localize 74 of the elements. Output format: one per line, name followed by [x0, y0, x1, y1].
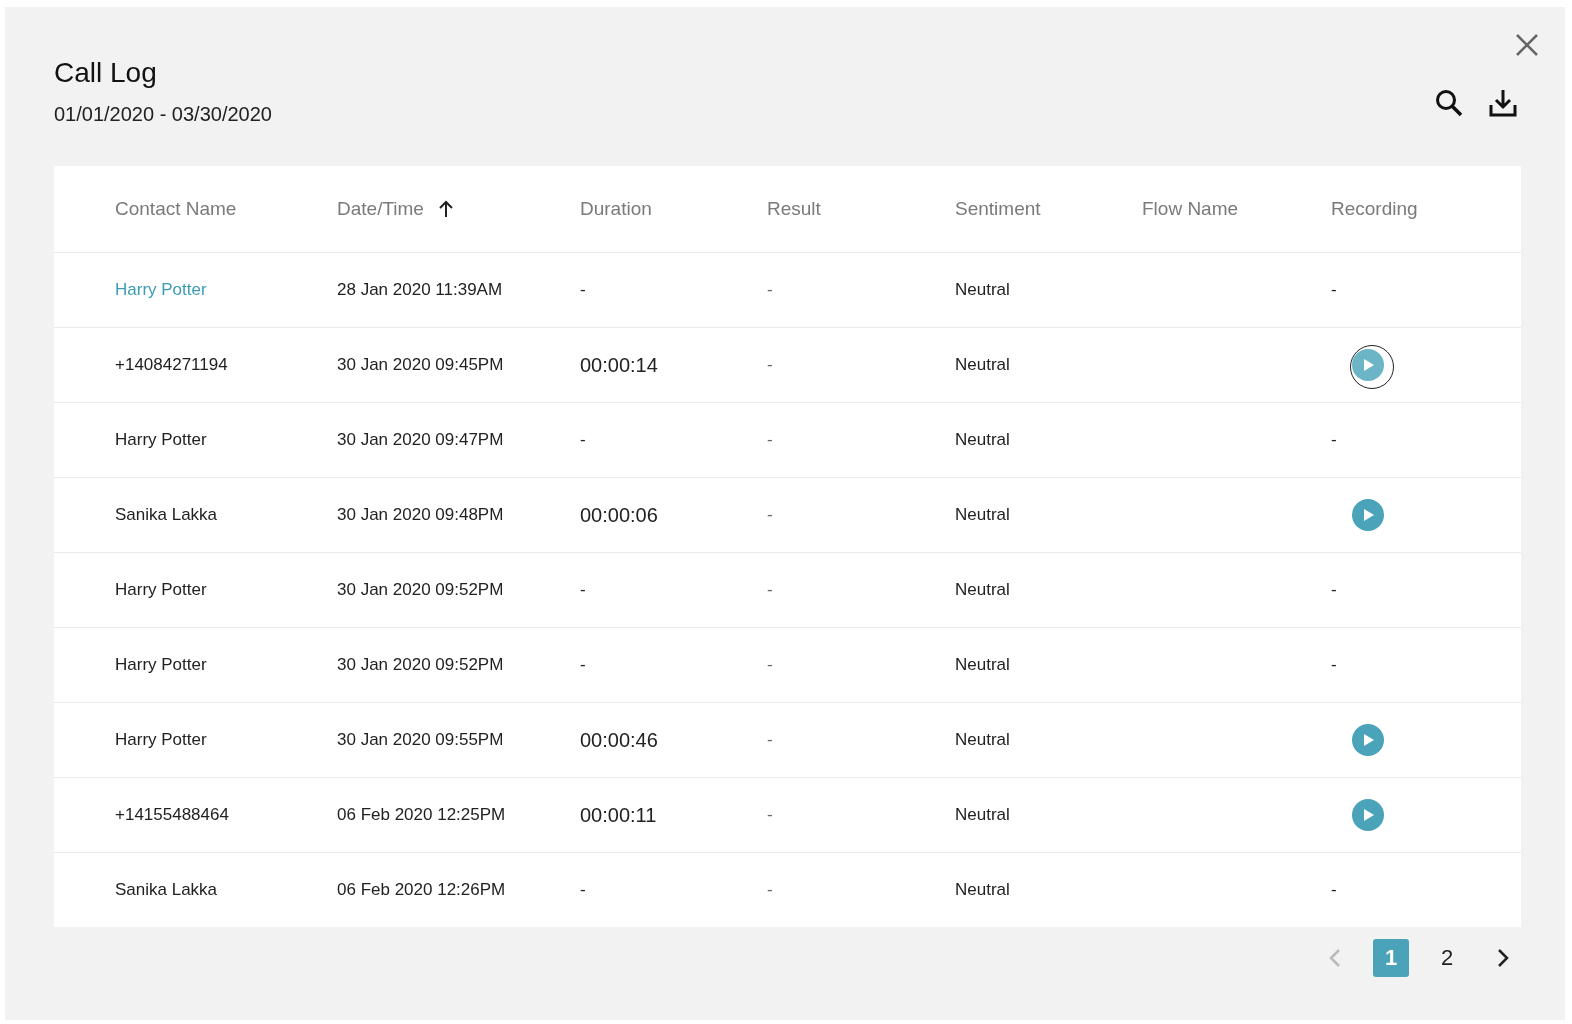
table-cell-text: Sanika Lakka — [115, 880, 219, 900]
table-cell-text: Neutral — [955, 355, 1011, 375]
play-icon — [1361, 508, 1375, 522]
table-cell-text: - — [580, 580, 587, 600]
table-cell-text: 30 Jan 2020 09:55PM — [337, 730, 505, 750]
play-button[interactable] — [1352, 724, 1384, 756]
table-cell-text: 30 Jan 2020 09:48PM — [337, 505, 505, 525]
table-cell-text: Neutral — [955, 730, 1011, 750]
play-icon — [1361, 358, 1375, 372]
table-cell-text: Neutral — [955, 505, 1011, 525]
table-cell-text: +14155488464 — [115, 805, 230, 825]
table-cell-text: - — [580, 430, 587, 450]
table-cell-text: 30 Jan 2020 09:45PM — [337, 355, 505, 375]
table-cell-text: +14084271194 — [115, 355, 229, 375]
page-button[interactable]: 1 — [1373, 939, 1409, 977]
table-cell-text: 28 Jan 2020 11:39AM — [337, 280, 504, 300]
table-cell-text: - — [767, 805, 774, 825]
table-cell-text: Neutral — [955, 280, 1011, 300]
table-cell-text: - — [767, 655, 774, 675]
table-cell-text: - — [580, 655, 587, 675]
column-header[interactable]: Result — [767, 198, 955, 220]
table-cell-text: Harry Potter — [115, 655, 208, 675]
page-button[interactable]: 2 — [1429, 939, 1465, 977]
table-cell-text: 00:00:46 — [580, 728, 659, 752]
column-header[interactable]: Contact Name — [115, 198, 337, 220]
chevron-right-icon — [1496, 947, 1510, 969]
play-icon — [1361, 808, 1375, 822]
table-cell-text: - — [580, 880, 587, 900]
table-cell-text: Neutral — [955, 805, 1011, 825]
table-cell-text: - — [767, 505, 774, 525]
table-cell-text: 00:00:11 — [580, 803, 658, 827]
play-button[interactable] — [1352, 499, 1384, 531]
table-cell-text: - — [1331, 430, 1338, 450]
table-cell-text: - — [767, 580, 774, 600]
table-cell-text: - — [1331, 880, 1338, 900]
table-cell-text: - — [1331, 280, 1338, 300]
table-cell-text: Harry Potter — [115, 730, 208, 750]
table-cell-text: Harry Potter — [115, 430, 208, 450]
contact-link[interactable]: Harry Potter — [115, 280, 337, 300]
table-cell-text: - — [1331, 580, 1338, 600]
download-icon[interactable] — [1487, 87, 1519, 119]
table-cell-text: Neutral — [955, 655, 1011, 675]
table-cell-text: - — [767, 880, 774, 900]
sort-arrow-icon — [437, 200, 454, 218]
table-cell-text: Neutral — [955, 580, 1011, 600]
table-cell-text: Harry Potter — [115, 580, 208, 600]
table-cell-text: Sanika Lakka — [115, 505, 219, 525]
column-header[interactable]: Duration — [580, 198, 767, 220]
table-cell-text: - — [767, 430, 774, 450]
table-cell-text: Neutral — [955, 880, 1011, 900]
table-cell-text: Neutral — [955, 430, 1011, 450]
table-cell-text: 00:00:06 — [580, 503, 659, 527]
table-cell-text: - — [767, 355, 774, 375]
column-header[interactable]: Flow Name — [1142, 198, 1331, 220]
table-cell-text: - — [767, 280, 774, 300]
table-cell-text: 06 Feb 2020 12:25PM — [337, 805, 507, 825]
date-range: 01/01/2020 - 03/30/2020 — [54, 103, 272, 126]
column-header[interactable]: Date/Time — [337, 198, 580, 220]
table-cell-text: 30 Jan 2020 09:52PM — [337, 655, 505, 675]
chevron-left-icon — [1328, 947, 1342, 969]
table-cell-text: 30 Jan 2020 09:47PM — [337, 430, 505, 450]
table-cell-text: 30 Jan 2020 09:52PM — [337, 580, 505, 600]
search-icon[interactable] — [1433, 87, 1465, 119]
table-cell-text: - — [767, 730, 774, 750]
table-cell-text: 00:00:14 — [580, 353, 659, 377]
play-button[interactable] — [1352, 799, 1384, 831]
play-icon — [1361, 733, 1375, 747]
column-header[interactable]: Sentiment — [955, 198, 1142, 220]
table-cell-text: - — [580, 280, 587, 300]
column-header[interactable]: Recording — [1331, 198, 1521, 220]
dialog-title: Call Log — [54, 57, 158, 89]
play-button[interactable] — [1352, 349, 1384, 381]
table-cell-text: - — [1331, 655, 1338, 675]
table-cell-text: 06 Feb 2020 12:26PM — [337, 880, 507, 900]
